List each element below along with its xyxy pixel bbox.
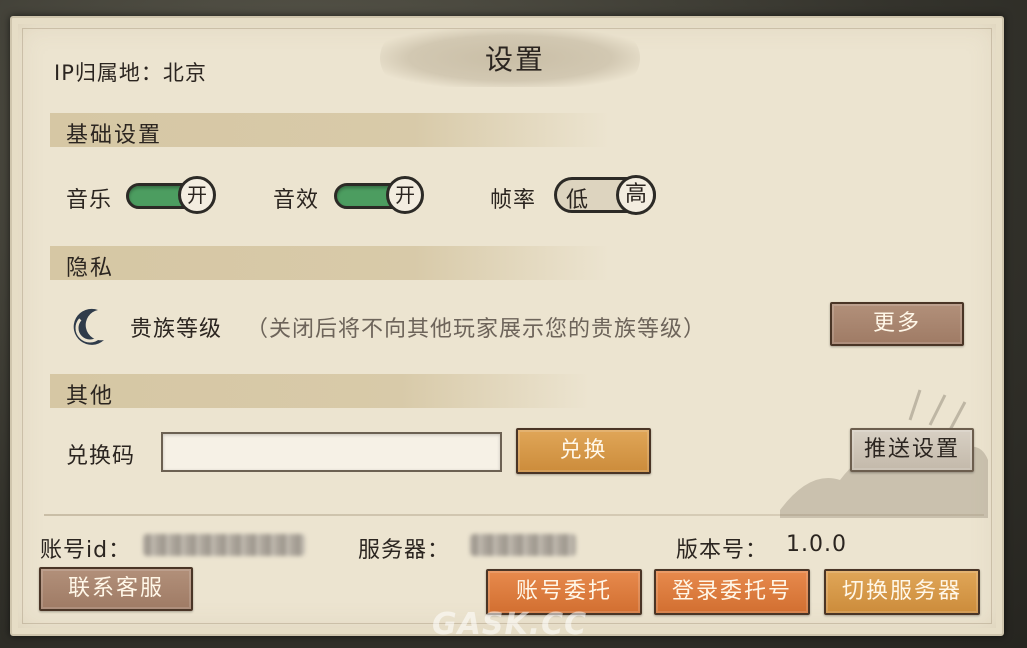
framerate-low[interactable]: 低	[566, 182, 588, 214]
version-label: 版本号：	[676, 538, 769, 563]
section-bar-privacy	[50, 246, 610, 280]
server-redacted	[470, 534, 576, 556]
music-toggle[interactable]: 开	[126, 176, 216, 214]
redeem-button[interactable]: 兑换	[516, 428, 651, 474]
redeem-code-label: 兑换码	[66, 444, 136, 469]
noble-level-description: （关闭后将不向其他玩家展示您的贵族等级）	[246, 317, 707, 342]
contact-support-button[interactable]: 联系客服	[39, 567, 193, 611]
redeem-code-input[interactable]	[161, 432, 502, 472]
framerate-switch[interactable]: 低 高	[554, 175, 660, 215]
section-bar-other	[50, 374, 590, 408]
more-button[interactable]: 更多	[830, 302, 964, 346]
section-heading-other: 其他	[66, 384, 115, 409]
framerate-high[interactable]: 高	[616, 175, 656, 215]
page-title: 设置	[484, 43, 545, 76]
ip-location: IP归属地：北京	[54, 61, 207, 85]
watermark: GASK.CC	[432, 607, 588, 642]
login-delegate-button[interactable]: 登录委托号	[654, 569, 810, 615]
account-id-redacted	[143, 534, 305, 556]
account-id-label: 账号id：	[40, 538, 132, 563]
noble-level-label: 贵族等级	[130, 317, 223, 342]
sfx-toggle-knob: 开	[386, 176, 424, 214]
music-label: 音乐	[66, 188, 113, 213]
switch-server-button[interactable]: 切换服务器	[824, 569, 980, 615]
push-settings-button[interactable]: 推送设置	[850, 428, 974, 472]
loading-spinner-icon[interactable]	[64, 304, 114, 350]
music-toggle-knob: 开	[178, 176, 216, 214]
section-heading-basic: 基础设置	[66, 123, 163, 148]
version-value: 1.0.0	[786, 532, 847, 557]
server-label: 服务器：	[358, 538, 451, 563]
sfx-toggle[interactable]: 开	[334, 176, 424, 214]
framerate-label: 帧率	[490, 188, 537, 213]
section-heading-privacy: 隐私	[66, 256, 115, 281]
sfx-label: 音效	[273, 188, 320, 213]
footer-divider	[44, 514, 984, 516]
